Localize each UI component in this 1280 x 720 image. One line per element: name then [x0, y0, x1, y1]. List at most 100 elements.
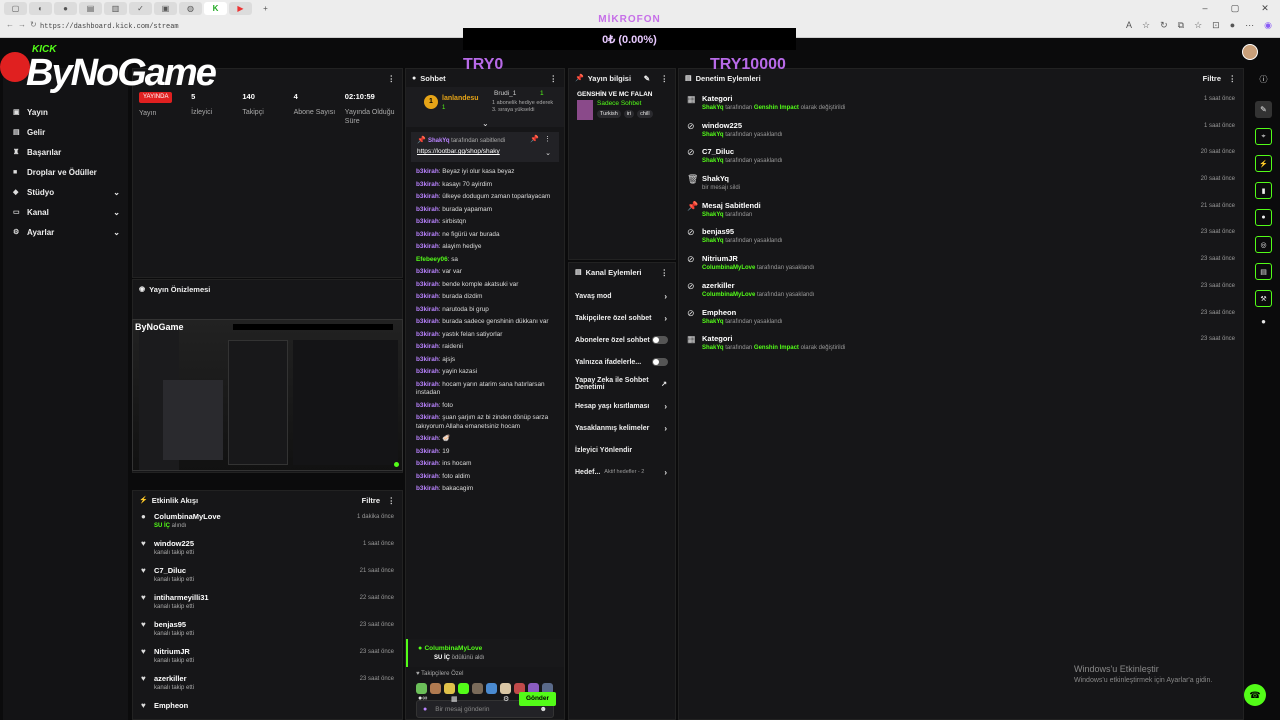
chat-username[interactable]: b3kirah	[416, 368, 439, 375]
collapse-icon[interactable]: ⌄	[482, 119, 489, 128]
chat-message[interactable]: b3kirah: foto	[406, 400, 564, 413]
translate-icon[interactable]: A	[1126, 20, 1132, 31]
copilot-icon[interactable]: ◉	[1264, 20, 1272, 31]
rail-button-broadcast[interactable]: ◎	[1255, 236, 1272, 253]
channel-action-row[interactable]: Yasaklanmış kelimeler ›	[569, 417, 675, 439]
chat-message[interactable]: b3kirah: bende komple akatsuki var	[406, 279, 564, 292]
chat-message[interactable]: b3kirah: narutoda bi grup	[406, 304, 564, 317]
browser-tab[interactable]: ✓	[129, 2, 152, 15]
chat-username[interactable]: b3kirah	[416, 343, 439, 350]
rail-button-tools[interactable]: ⚒	[1255, 290, 1272, 307]
toggle-switch[interactable]	[652, 336, 668, 344]
rail-button-note[interactable]: ▮	[1255, 182, 1272, 199]
chat-username[interactable]: b3kirah	[416, 306, 439, 313]
stream-preview-video[interactable]: ByNoGame	[132, 319, 403, 471]
chat-message[interactable]: b3kirah: 🦪	[406, 433, 564, 446]
chat-username[interactable]: b3kirah	[416, 381, 439, 388]
sidebar-item-revenue[interactable]: ▤ Gelir	[3, 122, 128, 142]
chat-message[interactable]: b3kirah: alayim hediye	[406, 241, 564, 254]
chat-message[interactable]: b3kirah: yastık felan satiyorlar	[406, 329, 564, 342]
moderation-row[interactable]: ⊘ window225 ShakYq tarafından yasaklandı 1 …	[679, 118, 1243, 145]
moderation-row[interactable]: 📌 Mesaj Sabitlendi ShakYq tarafından 21 saa…	[679, 198, 1243, 225]
chat-username[interactable]: Efebeey06	[416, 256, 448, 263]
star-icon[interactable]: ☆	[1142, 20, 1150, 31]
filter-button[interactable]: Filtre	[1203, 74, 1221, 83]
chat-message[interactable]: b3kirah: ne figürü var burada	[406, 229, 564, 242]
activity-row[interactable]: ♥ C7_Diluc kanalı takip etti 21 saat önce	[133, 563, 402, 590]
channel-action-row[interactable]: Hesap yaşı kısıtlaması ›	[569, 395, 675, 417]
chat-message[interactable]: b3kirah: burada yapamam	[406, 204, 564, 217]
channel-action-row[interactable]: Yavaş mod ›	[569, 285, 675, 307]
browser-tab[interactable]: ◍	[179, 2, 202, 15]
moderation-row[interactable]: ⊘ benjas95 ShakYq tarafından yasaklandı 23 …	[679, 224, 1243, 251]
browser-tab[interactable]: ▶	[229, 2, 252, 15]
channel-action-row[interactable]: Yalnızca ifadelerle...	[569, 351, 675, 373]
back-icon[interactable]: ←	[6, 20, 14, 29]
refresh-icon[interactable]: ↻	[1160, 20, 1168, 31]
chat-username[interactable]: b3kirah	[416, 402, 439, 409]
chat-username[interactable]: b3kirah	[416, 231, 439, 238]
chat-message[interactable]: b3kirah: Beyaz iyi olur kasa beyaz	[406, 166, 564, 179]
extensions-icon[interactable]: ⧉	[1178, 20, 1184, 31]
browser-tab[interactable]: ▤	[79, 2, 102, 15]
sidebar-item-studio[interactable]: ◆ Stüdyo ⌄	[3, 182, 128, 202]
chat-username[interactable]: b3kirah	[416, 193, 439, 200]
chat-username[interactable]: b3kirah	[416, 435, 439, 442]
profile-icon[interactable]: ●	[1230, 20, 1235, 31]
rail-button-users[interactable]: ●	[1255, 317, 1272, 334]
chat-username[interactable]: b3kirah	[416, 168, 439, 175]
chat-message[interactable]: b3kirah: var var	[406, 266, 564, 279]
channel-action-row[interactable]: Yapay Zeka ile Sohbet Denetimi ↗	[569, 373, 675, 395]
chat-message[interactable]: b3kirah: hocam yarın atarim sana hatırla…	[406, 379, 564, 400]
collections-icon[interactable]: ⊡	[1212, 20, 1220, 31]
channel-action-row[interactable]: İzleyici Yönlendir	[569, 439, 675, 461]
activity-row[interactable]: ♥ azerkiller kanalı takip etti 23 saat önce	[133, 671, 402, 698]
browser-tab[interactable]: ●	[54, 2, 77, 15]
chat-message[interactable]: b3kirah: burada sadece genshinin dükkanı…	[406, 316, 564, 329]
new-tab-button[interactable]: +	[254, 2, 277, 15]
chat-username[interactable]: b3kirah	[416, 293, 439, 300]
more-options-icon[interactable]: ⋮	[388, 496, 396, 505]
moderation-row[interactable]: ⊘ Empheon ShakYq tarafından yasaklandı 23 s…	[679, 305, 1243, 332]
chat-username[interactable]: b3kirah	[416, 318, 439, 325]
rail-button-chat[interactable]: ●	[1255, 209, 1272, 226]
activity-row[interactable]: ● ColumbinaMyLove SU İÇ alındı 1 dakika önc…	[133, 509, 402, 536]
chat-username[interactable]: b3kirah	[416, 448, 439, 455]
chat-message[interactable]: b3kirah: foto aldim	[406, 471, 564, 484]
chat-message[interactable]: b3kirah: 19	[406, 446, 564, 459]
reload-icon[interactable]: ↻	[30, 20, 37, 29]
chat-username[interactable]: b3kirah	[416, 460, 439, 467]
moderation-row[interactable]: ⊘ NitriumJR ColumbinaMyLove tarafından yas…	[679, 251, 1243, 278]
rail-button-lightning[interactable]: ⚡	[1255, 155, 1272, 172]
chat-message[interactable]: b3kirah: bakacagim	[406, 483, 564, 496]
chat-message[interactable]: b3kirah: burada dizdim	[406, 291, 564, 304]
pinned-link[interactable]: https://lootbar.gg/shop/shaky	[417, 148, 553, 155]
browser-tab[interactable]: ▣	[154, 2, 177, 15]
chat-message[interactable]: b3kirah: sirbistqn	[406, 216, 564, 229]
moderation-row[interactable]: ▦ Kategori ShakYq tarafından Genshin Impac…	[679, 91, 1243, 118]
info-icon[interactable]: ⓘ	[1255, 74, 1272, 91]
more-icon[interactable]: ⋯	[1245, 20, 1254, 31]
chat-username[interactable]: b3kirah	[416, 485, 439, 492]
chat-username[interactable]: b3kirah	[416, 414, 439, 421]
channel-action-row[interactable]: Abonelere özel sohbet	[569, 329, 675, 351]
support-chat-button[interactable]: ☎	[1244, 684, 1266, 706]
chat-message[interactable]: b3kirah: şuan şarjım az bi zinden dönüp …	[406, 412, 564, 433]
activity-row[interactable]: ♥ intiharmeyilli31 kanalı takip etti 22 saa…	[133, 590, 402, 617]
close-icon[interactable]: ✕	[1250, 0, 1280, 16]
sidebar-item-channel[interactable]: ▭ Kanal ⌄	[3, 202, 128, 222]
chat-username[interactable]: b3kirah	[416, 331, 439, 338]
chat-username[interactable]: b3kirah	[416, 281, 439, 288]
chat-username[interactable]: b3kirah	[416, 218, 439, 225]
edit-icon[interactable]: ✎	[644, 74, 650, 83]
sidebar-item-settings[interactable]: ⚙ Ayarlar ⌄	[3, 222, 128, 242]
filter-button[interactable]: Filtre	[362, 496, 380, 505]
user-avatar[interactable]	[1242, 44, 1258, 60]
chat-message[interactable]: Efebeey06: sa	[406, 254, 564, 267]
more-options-icon[interactable]: ⋮	[1229, 74, 1237, 83]
sidebar-item-drops[interactable]: ■ Droplar ve Ödüller	[3, 162, 128, 182]
activity-row[interactable]: ♥ window225 kanalı takip etti 1 saat önce	[133, 536, 402, 563]
unpin-icon[interactable]: 📌	[530, 135, 539, 143]
channel-action-row[interactable]: Takipçilere özel sohbet ›	[569, 307, 675, 329]
activity-row[interactable]: ♥ NitriumJR kanalı takip etti 23 saat önce	[133, 644, 402, 671]
